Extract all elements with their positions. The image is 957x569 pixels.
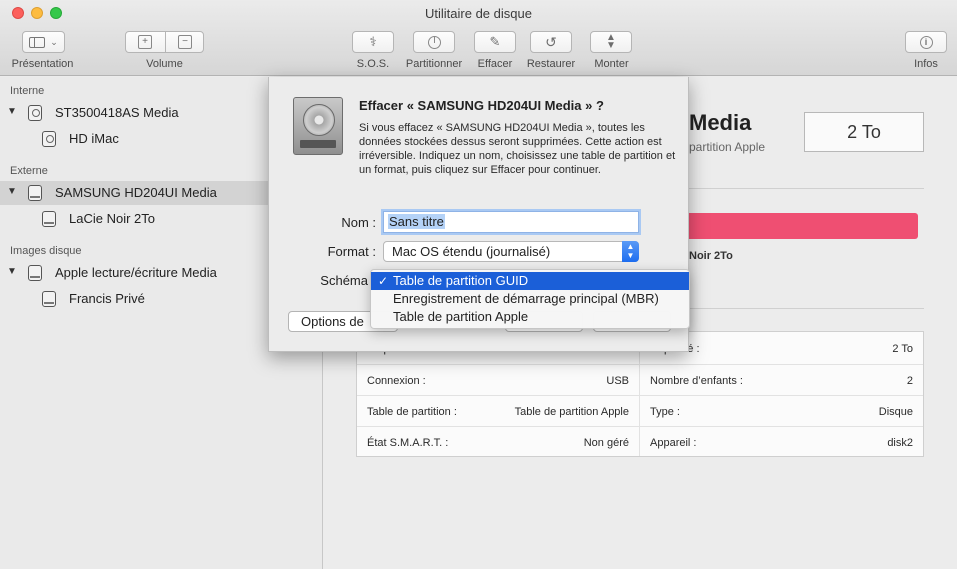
presentation-label: Présentation (11, 58, 74, 70)
info-key: Appareil : (650, 437, 697, 449)
disk-image-volume-icon (42, 291, 56, 307)
scheme-option-mbr[interactable]: Enregistrement de démarrage principal (M… (371, 290, 689, 308)
sidebar-item-label: SAMSUNG HD204UI Media (55, 185, 217, 200)
chevron-down-icon: ⌄ (50, 36, 58, 47)
info-value: USB (606, 375, 629, 387)
sidebar-item-label: LaCie Noir 2To (69, 211, 155, 226)
sidebar-item-label: ST3500418AS Media (55, 105, 179, 120)
info-value: Disque (878, 406, 913, 418)
disk-name-heading: Media (689, 110, 752, 135)
info-icon: i (919, 35, 933, 49)
dialog-message: Si vous effacez « SAMSUNG HD204UI Media … (359, 122, 676, 176)
info-value: Table de partition Apple (514, 406, 629, 418)
external-disk-icon (28, 185, 42, 201)
usage-legend-label: Noir 2To (689, 250, 733, 262)
volume-label: Volume (146, 58, 183, 70)
disclosure-triangle-icon[interactable]: ▼ (7, 266, 17, 277)
disk-image-icon (28, 265, 42, 281)
usage-bar (674, 213, 918, 239)
info-value: Non géré (583, 437, 629, 449)
sidebar-section-external: Externe (10, 165, 48, 177)
info-value: 2 (906, 375, 913, 387)
scheme-option-guid[interactable]: ✓ Table de partition GUID (371, 272, 689, 290)
restore-arrow-icon: ↺ (545, 33, 557, 50)
info-row: Connexion : USB Nombre d’enfants : 2 (357, 364, 923, 394)
volume-segmented-control: + − (125, 31, 204, 53)
scheme-option-label: Table de partition GUID (393, 273, 529, 288)
sidebar-item-label: Francis Privé (69, 291, 145, 306)
internal-disk-icon (28, 105, 42, 121)
sidebar-section-disk-images: Images disque (10, 245, 82, 257)
info-key: Type : (650, 406, 680, 418)
scheme-option-label: Table de partition Apple (393, 309, 529, 324)
mount-label: Monter (594, 58, 629, 70)
sidebar-item-label: Apple lecture/écriture Media (55, 265, 217, 280)
sidebar-item-label: HD iMac (69, 131, 119, 146)
add-volume-icon[interactable]: + (138, 35, 152, 49)
info-row: Table de partition : Table de partition … (357, 395, 923, 425)
disk-subtitle: partition Apple (689, 140, 766, 154)
format-popup-value: Mac OS étendu (journalisé) (392, 244, 551, 259)
window-title: Utilitaire de disque (425, 6, 532, 21)
info-value: 2 To (892, 343, 913, 355)
sidebar-section-internal: Interne (10, 85, 45, 97)
erase-label: Effacer (477, 58, 513, 70)
capacity-box: 2 To (804, 112, 924, 152)
name-field[interactable]: Sans titre (383, 211, 639, 233)
info-row: État S.M.A.R.T. : Non géré Appareil : di… (357, 426, 923, 456)
scheme-option-label: Enregistrement de démarrage principal (M… (393, 291, 659, 306)
scheme-option-apple[interactable]: Table de partition Apple (371, 308, 689, 326)
name-label: Nom : (341, 215, 376, 230)
info-button[interactable]: i (905, 31, 947, 53)
restore-button[interactable]: ↺ (530, 31, 572, 53)
hard-drive-icon (293, 97, 343, 155)
partition-label: Partitionner (405, 58, 463, 70)
erase-button[interactable]: ✎ (474, 31, 516, 53)
divider (689, 188, 924, 189)
sidebar-layout-icon (29, 36, 46, 48)
restore-label: Restaurer (526, 58, 576, 70)
mount-arrows-icon: ▲ ▼ (606, 32, 616, 51)
remove-volume-icon[interactable]: − (178, 35, 192, 49)
format-label: Format : (327, 244, 376, 259)
info-key: Nombre d’enfants : (650, 375, 743, 387)
partition-button[interactable] (413, 31, 455, 53)
window-titlebar: Utilitaire de disque ⌄ Présentation + − … (0, 0, 957, 76)
info-key: Connexion : (367, 375, 426, 387)
disclosure-triangle-icon[interactable]: ▼ (7, 106, 17, 117)
mount-button[interactable]: ▲ ▼ (590, 31, 632, 53)
name-field-value: Sans titre (388, 214, 445, 229)
scheme-dropdown-menu: ✓ Table de partition GUID Enregistrement… (370, 269, 690, 329)
checkmark-icon: ✓ (378, 274, 389, 288)
scheme-label: Schéma (320, 273, 368, 288)
external-volume-icon (42, 211, 56, 227)
divider (689, 308, 924, 309)
dialog-title: Effacer « SAMSUNG HD204UI Media » ? (359, 98, 604, 113)
disclosure-triangle-icon[interactable]: ▼ (7, 186, 17, 197)
info-key: État S.M.A.R.T. : (367, 437, 449, 449)
presentation-button[interactable]: ⌄ (22, 31, 65, 53)
eraser-icon: ✎ (489, 34, 501, 49)
sos-button[interactable]: ⚕ (352, 31, 394, 53)
internal-volume-icon (42, 131, 56, 147)
info-key: Table de partition : (367, 406, 457, 418)
stethoscope-icon: ⚕ (369, 34, 377, 49)
info-label: Infos (914, 58, 938, 70)
format-popup[interactable]: Mac OS étendu (journalisé) ▲ ▼ (383, 241, 639, 262)
popup-arrows-icon: ▲ ▼ (622, 241, 639, 262)
sos-label: S.O.S. (356, 58, 390, 70)
pie-partition-icon (427, 35, 441, 49)
security-options-label: Options de (301, 314, 364, 329)
info-value: disk2 (887, 437, 913, 449)
